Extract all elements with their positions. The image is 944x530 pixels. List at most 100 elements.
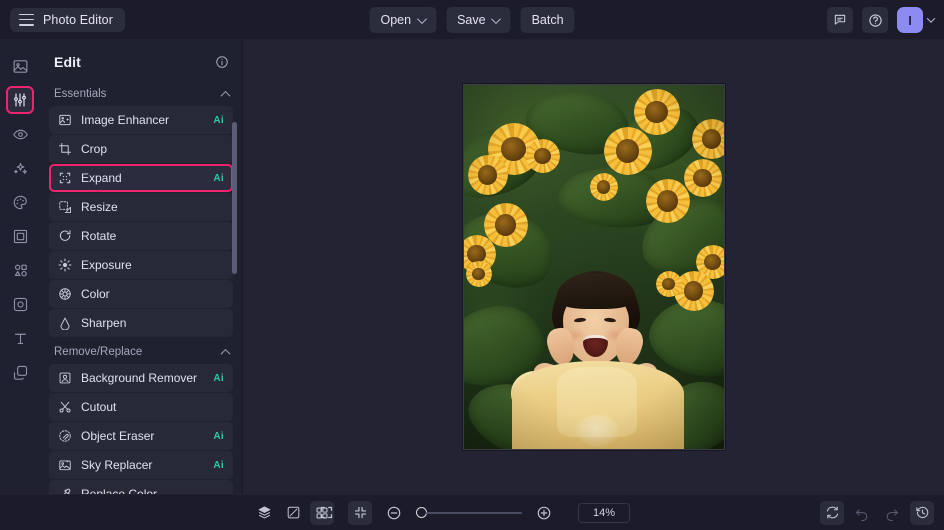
tool-resize[interactable]: Resize bbox=[49, 193, 233, 221]
redo-button[interactable] bbox=[880, 501, 904, 525]
rail-item-shapes[interactable] bbox=[6, 256, 34, 284]
exposure-icon bbox=[57, 258, 72, 273]
reset-icon bbox=[825, 505, 840, 520]
zoom-slider[interactable] bbox=[416, 507, 522, 518]
help-button[interactable] bbox=[862, 7, 888, 33]
rail-item-color[interactable] bbox=[6, 188, 34, 216]
scissors-icon bbox=[57, 400, 72, 415]
tool-expand[interactable]: Expand Ai bbox=[49, 164, 233, 192]
rail-item-frame[interactable] bbox=[6, 222, 34, 250]
open-label: Open bbox=[380, 13, 411, 27]
sliders-icon bbox=[12, 92, 28, 108]
zoom-out-button[interactable] bbox=[382, 501, 406, 525]
top-actions: Open Save Batch bbox=[369, 0, 574, 40]
section-label: Essentials bbox=[54, 88, 106, 100]
tool-sky-replacer[interactable]: Sky Replacer Ai bbox=[49, 451, 233, 479]
photo-image bbox=[464, 85, 724, 449]
ai-badge: Ai bbox=[213, 373, 224, 384]
info-icon[interactable] bbox=[215, 55, 229, 69]
history-controls bbox=[820, 501, 934, 525]
shrink-button[interactable] bbox=[348, 501, 372, 525]
section-header-remove-replace[interactable]: Remove/Replace bbox=[40, 338, 242, 364]
compare-button[interactable] bbox=[281, 501, 305, 525]
undo-icon bbox=[854, 505, 870, 521]
history-button[interactable] bbox=[910, 501, 934, 525]
rail-item-crop[interactable] bbox=[6, 290, 34, 318]
fit-screen-icon bbox=[319, 505, 334, 520]
tool-rail bbox=[0, 40, 40, 494]
color-wheel-icon bbox=[57, 287, 72, 302]
open-button[interactable]: Open bbox=[369, 7, 436, 33]
image-icon bbox=[12, 58, 29, 75]
frame-icon bbox=[12, 228, 29, 245]
tool-label: Sharpen bbox=[81, 316, 215, 330]
tool-replace-color[interactable]: Replace Color bbox=[49, 480, 233, 494]
chevron-down-icon bbox=[491, 14, 501, 24]
rail-item-adjust[interactable] bbox=[6, 86, 34, 114]
batch-label: Batch bbox=[532, 13, 564, 27]
tool-background-remover[interactable]: Background Remover Ai bbox=[49, 364, 233, 392]
app-body: Edit Essentials bbox=[0, 40, 944, 494]
chevron-down-icon bbox=[927, 14, 935, 22]
tool-label: Resize bbox=[81, 200, 215, 214]
feedback-button[interactable] bbox=[827, 7, 853, 33]
rail-item-text[interactable] bbox=[6, 324, 34, 352]
zoom-in-icon bbox=[536, 505, 552, 521]
zoom-slider-track[interactable] bbox=[426, 512, 522, 514]
sky-replacer-icon bbox=[57, 458, 72, 473]
layers-button[interactable] bbox=[252, 501, 276, 525]
resize-icon bbox=[57, 200, 72, 215]
fit-screen-button[interactable] bbox=[314, 501, 338, 525]
account-menu[interactable]: I bbox=[897, 7, 934, 33]
ai-badge: Ai bbox=[213, 173, 224, 184]
tool-label: Crop bbox=[81, 142, 215, 156]
help-icon bbox=[868, 13, 883, 28]
eyedropper-icon bbox=[57, 487, 72, 495]
tool-exposure[interactable]: Exposure bbox=[49, 251, 233, 279]
save-label: Save bbox=[457, 13, 486, 27]
tool-object-eraser[interactable]: Object Eraser Ai bbox=[49, 422, 233, 450]
tool-image-enhancer[interactable]: Image Enhancer Ai bbox=[49, 106, 233, 134]
reset-button[interactable] bbox=[820, 501, 844, 525]
canvas-area[interactable] bbox=[243, 40, 944, 494]
rail-item-retouch[interactable] bbox=[6, 120, 34, 148]
zoom-level-value[interactable]: 14% bbox=[578, 503, 630, 523]
avatar[interactable]: I bbox=[897, 7, 923, 33]
save-button[interactable]: Save bbox=[446, 7, 511, 33]
layers-icon bbox=[257, 505, 272, 520]
ai-badge: Ai bbox=[213, 431, 224, 442]
photo-canvas[interactable] bbox=[463, 84, 725, 450]
panel-scrollbar[interactable] bbox=[232, 122, 237, 274]
rotate-icon bbox=[57, 229, 72, 244]
tool-crop[interactable]: Crop bbox=[49, 135, 233, 163]
rail-item-layers[interactable] bbox=[6, 358, 34, 386]
zoom-in-button[interactable] bbox=[532, 501, 556, 525]
tool-label: Color bbox=[81, 287, 215, 301]
tool-color[interactable]: Color bbox=[49, 280, 233, 308]
page-title: Edit bbox=[54, 54, 81, 70]
zoom-controls: 14% bbox=[314, 501, 630, 525]
app-menu-button[interactable]: Photo Editor bbox=[10, 8, 125, 32]
top-right-actions: I bbox=[827, 0, 934, 40]
sharpen-icon bbox=[57, 316, 72, 331]
hamburger-icon bbox=[19, 14, 34, 26]
object-eraser-icon bbox=[57, 429, 72, 444]
ai-badge: Ai bbox=[213, 460, 224, 471]
batch-button[interactable]: Batch bbox=[521, 7, 575, 33]
crop-icon bbox=[57, 142, 72, 157]
tool-sharpen[interactable]: Sharpen bbox=[49, 309, 233, 337]
tool-rotate[interactable]: Rotate bbox=[49, 222, 233, 250]
image-enhance-icon bbox=[57, 113, 72, 128]
section-header-essentials[interactable]: Essentials bbox=[40, 80, 242, 106]
undo-button[interactable] bbox=[850, 501, 874, 525]
sparkles-icon bbox=[12, 160, 29, 177]
photo-editor-app: Photo Editor Open Save Batch bbox=[0, 0, 944, 530]
tool-cutout[interactable]: Cutout bbox=[49, 393, 233, 421]
tool-label: Exposure bbox=[81, 258, 215, 272]
compare-icon bbox=[286, 505, 301, 520]
chevron-up-icon bbox=[221, 348, 231, 358]
tool-label: Sky Replacer bbox=[81, 458, 204, 472]
app-title: Photo Editor bbox=[43, 13, 113, 27]
rail-item-effects[interactable] bbox=[6, 154, 34, 182]
rail-item-image[interactable] bbox=[6, 52, 34, 80]
